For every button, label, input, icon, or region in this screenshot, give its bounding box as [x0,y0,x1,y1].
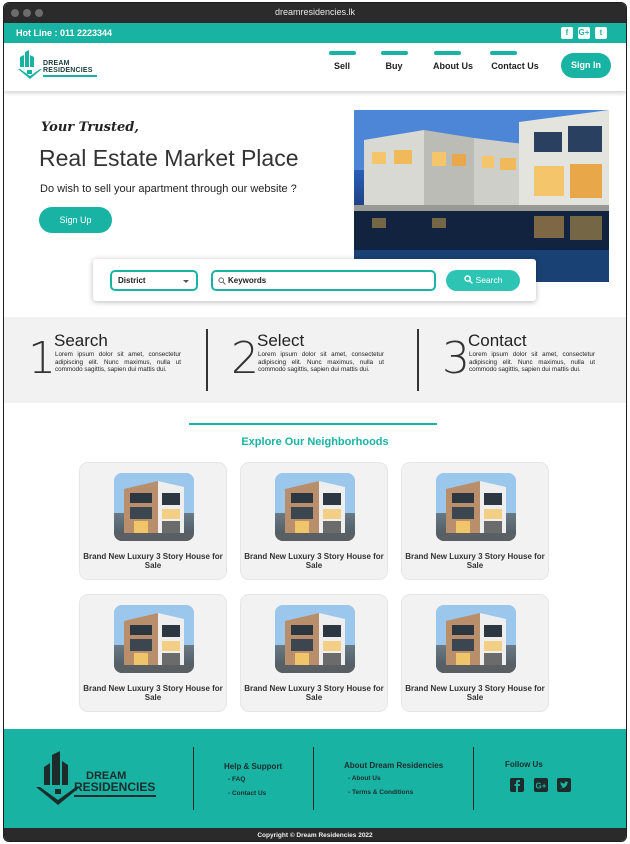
brand-line-2: RESIDENCIES [43,67,93,74]
property-search-box: District Keywords Search [93,259,536,301]
step-title: Search [54,331,108,350]
sign-up-button[interactable]: Sign Up [39,207,112,233]
brand-line-1: DREAM [43,60,70,67]
footer-divider [473,747,474,810]
nav-contact-label: Contact Us [491,61,539,71]
step-description: Lorem ipsum dolor sit amet, consectetur … [258,351,384,374]
search-button-label: Search [475,275,503,285]
listing-photo[interactable] [436,473,516,541]
search-icon [463,275,473,284]
how-it-works-panel: 1 Search Lorem ipsum dolor sit amet, con… [4,317,626,403]
step-title: Select [257,331,305,350]
help-support-title: Help & Support [224,762,283,771]
step-description: Lorem ipsum dolor sit amet, consectetur … [55,351,181,374]
about-title: About Dream Residencies [344,761,444,770]
footer-divider [193,747,194,810]
listing-caption[interactable]: Brand New Luxury 3 Story House for Sale [241,552,387,570]
modern-house-illustration [354,110,609,282]
step-divider [206,329,208,391]
google-plus-icon[interactable]: G+ [578,27,590,39]
search-icon [218,277,226,285]
step-number: 3 [442,333,470,384]
nav-contact-us[interactable]: Contact Us [490,51,540,71]
section-divider [189,423,437,425]
brand-underline [43,75,97,77]
nav-about-indicator [434,51,461,55]
nav-sell[interactable]: Sell [327,51,357,71]
browser-titlebar: dreamresidencies.lk [4,3,626,23]
hero-title: Real Estate Market Place [39,145,299,171]
logo-building-icon [18,50,42,79]
hero-tagline: Your Trusted, [41,120,139,135]
brand-logo[interactable]: DREAM RESIDENCIES [17,47,99,87]
terms-link[interactable]: - Terms & Conditions [348,789,413,796]
listing-photo[interactable] [275,473,355,541]
step-number: 2 [231,333,259,384]
footer-divider [313,747,314,810]
follow-us-title: Follow Us [505,760,543,769]
listing-photo[interactable] [436,605,516,673]
district-select-value: District [118,276,146,285]
nav-sell-indicator [328,51,356,55]
step-divider [417,329,419,391]
nav-about-us[interactable]: About Us [433,51,473,71]
listing-caption[interactable]: Brand New Luxury 3 Story House for Sale [241,684,387,702]
listing-caption[interactable]: Brand New Luxury 3 Story House for Sale [80,552,226,570]
listing-photo[interactable] [114,473,194,541]
chevron-down-icon [183,280,189,283]
hero-house-image [354,110,609,282]
listing-caption[interactable]: Brand New Luxury 3 Story House for Sale [80,684,226,702]
nav-buy[interactable]: Buy [379,51,409,71]
nav-sell-label: Sell [333,61,350,71]
listing-card[interactable]: Brand New Luxury 3 Story House for Sale [401,594,549,712]
neighborhoods-title: Explore Our Neighborhoods [241,436,389,448]
nav-buy-indicator [380,51,408,55]
listing-photo[interactable] [114,605,194,673]
site-footer: DREAM RESIDENCIES Help & Support - FAQ -… [4,729,626,828]
district-select[interactable]: District [110,270,198,291]
facebook-icon[interactable]: f [561,27,573,39]
sign-in-button[interactable]: Sign In [561,53,611,78]
copyright-text: Copyright © Dream Residencies 2022 [257,832,373,839]
copyright-bar: Copyright © Dream Residencies 2022 [4,828,626,841]
listing-card[interactable]: Brand New Luxury 3 Story House for Sale [240,462,388,580]
search-button[interactable]: Search [446,270,520,291]
brand-name: DREAM RESIDENCIES [43,60,93,74]
keywords-input-value: Keywords [228,276,267,285]
listing-card[interactable]: Brand New Luxury 3 Story House for Sale [401,462,549,580]
nav-about-label: About Us [433,61,473,71]
google-plus-icon[interactable]: G+ [534,778,548,792]
keywords-input[interactable]: Keywords [211,270,436,291]
contact-us-link[interactable]: - Contact Us [228,790,266,797]
twitter-icon[interactable]: t [595,27,607,39]
step-title: Contact [468,331,527,350]
nav-buy-label: Buy [385,61,403,71]
listing-photo[interactable] [275,605,355,673]
listing-card[interactable]: Brand New Luxury 3 Story House for Sale [79,594,227,712]
footer-logo[interactable]: DREAM RESIDENCIES [34,747,159,807]
faq-link[interactable]: - FAQ [228,776,245,783]
listing-card[interactable]: Brand New Luxury 3 Story House for Sale [79,462,227,580]
listing-caption[interactable]: Brand New Luxury 3 Story House for Sale [402,684,548,702]
hero-subtitle: Do wish to sell your apartment through o… [40,183,297,195]
step-number: 1 [28,333,56,384]
facebook-icon[interactable] [510,778,524,792]
browser-window: dreamresidencies.lk Hot Line : 011 22233… [3,2,627,842]
svg-text:G+: G+ [536,782,547,791]
main-navbar: DREAM RESIDENCIES Sell Buy About Us Cont… [4,43,626,91]
address-url[interactable]: dreamresidencies.lk [4,7,626,17]
nav-contact-indicator [490,51,517,55]
step-description: Lorem ipsum dolor sit amet, consectetur … [469,351,595,374]
about-us-link[interactable]: - About Us [348,775,381,782]
listing-caption[interactable]: Brand New Luxury 3 Story House for Sale [402,552,548,570]
hotline-text: Hot Line : 011 2223344 [16,28,113,38]
footer-brand-line-2: RESIDENCIES [74,780,155,794]
hotline-bar: Hot Line : 011 2223344 f G+ t [4,23,626,43]
listing-card[interactable]: Brand New Luxury 3 Story House for Sale [240,594,388,712]
twitter-icon[interactable] [557,778,571,792]
